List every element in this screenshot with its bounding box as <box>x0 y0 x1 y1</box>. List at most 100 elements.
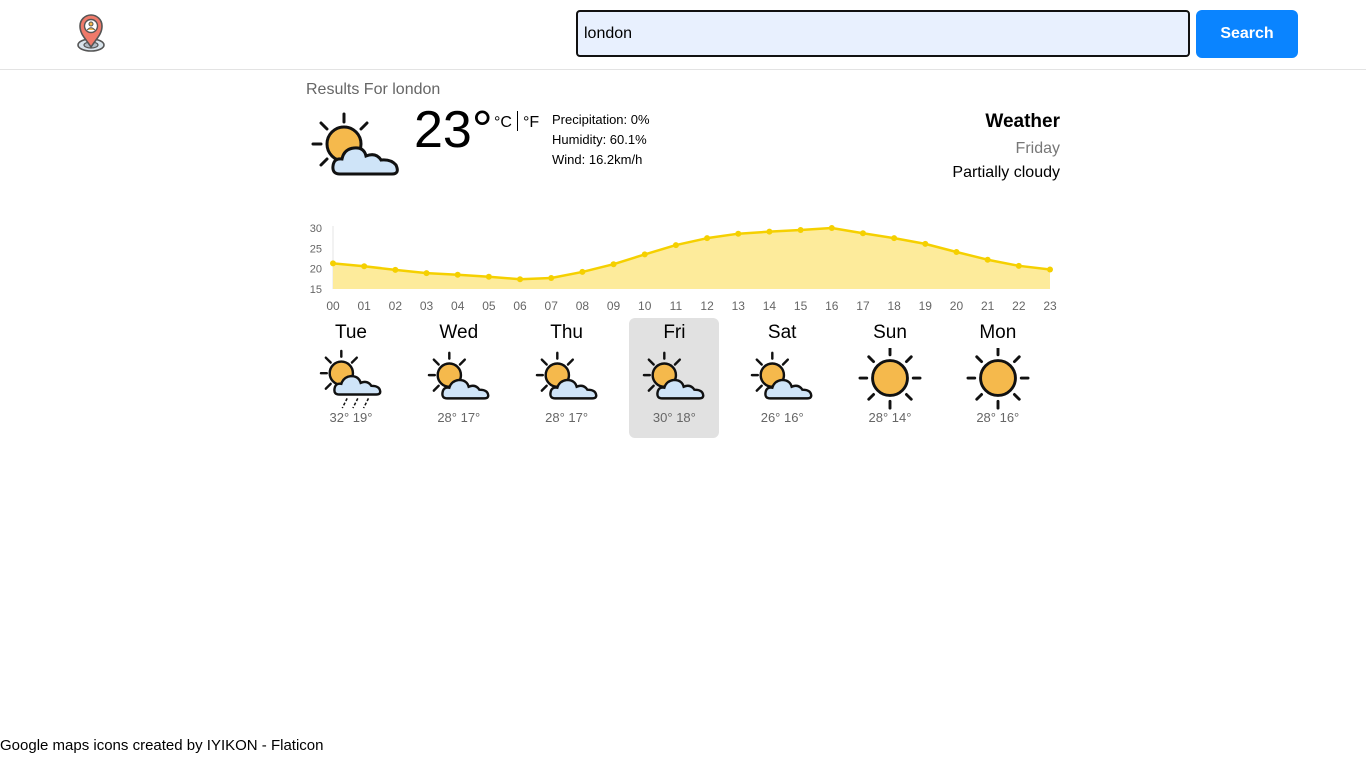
forecast-temp-range: 28° 17° <box>545 410 589 425</box>
weather-day: Friday <box>1015 140 1060 157</box>
forecast-day-fri[interactable]: Fri 30° 18° <box>629 318 720 438</box>
data-point <box>1047 266 1053 273</box>
data-point <box>330 260 336 267</box>
search-input[interactable] <box>576 10 1190 57</box>
forecast-day-name: Wed <box>439 322 479 343</box>
x-tick-label: 20 <box>950 299 964 313</box>
forecast-day-name: Thu <box>550 322 583 343</box>
celsius-toggle[interactable]: °C <box>494 114 512 131</box>
header: Search <box>0 0 1366 70</box>
forecast-temp-range: 28° 16° <box>976 410 1020 425</box>
forecast-day-mon[interactable]: Mon 28° 16° <box>953 318 1043 438</box>
data-point <box>454 271 461 278</box>
search-button[interactable]: Search <box>1196 10 1298 58</box>
x-tick-label: 08 <box>576 299 590 313</box>
sun-cloud-icon <box>311 112 399 176</box>
x-tick-label: 04 <box>451 299 465 313</box>
humidity: Humidity: 60.1% <box>552 132 647 147</box>
weather-details: Precipitation: 0% Humidity: 60.1% Wind: … <box>552 110 650 170</box>
x-tick-label: 17 <box>856 299 870 313</box>
forecast-day-tue[interactable]: Tue 32° 19° <box>306 318 396 438</box>
data-point <box>984 256 991 263</box>
x-tick-label: 11 <box>670 299 683 313</box>
sun-cloud-rain-icon <box>319 349 382 409</box>
x-tick-label: 21 <box>981 299 995 313</box>
forecast-day-name: Fri <box>663 322 686 343</box>
results-heading: Results For london <box>306 81 440 99</box>
x-tick-label: 23 <box>1043 299 1057 313</box>
x-tick-label: 14 <box>763 299 777 313</box>
x-tick-label: 12 <box>700 299 714 313</box>
forecast-day-name: Sun <box>873 322 907 343</box>
temperature-area <box>333 228 1050 289</box>
sun-cloud-icon <box>535 351 598 400</box>
x-tick-label: 19 <box>919 299 933 313</box>
data-point <box>704 235 711 242</box>
data-point <box>953 248 960 255</box>
daily-forecast: Tue 32° 19° Wed 28° 17° Thu 28° 17° Fri 30° 18°… <box>297 318 1077 440</box>
data-point <box>361 263 368 270</box>
x-tick-label: 06 <box>513 299 527 313</box>
x-tick-label: 13 <box>732 299 746 313</box>
x-tick-label: 03 <box>420 299 434 313</box>
data-point <box>641 251 648 258</box>
x-tick-label: 05 <box>482 299 496 313</box>
data-point <box>797 227 804 234</box>
map-pin-icon[interactable] <box>74 13 108 53</box>
y-tick-label: 15 <box>310 284 322 296</box>
forecast-temp-range: 30° 18° <box>652 410 696 425</box>
current-temperature: 23° <box>414 101 493 159</box>
data-point <box>423 270 430 277</box>
data-point <box>485 273 492 280</box>
x-tick-label: 15 <box>794 299 808 313</box>
data-point <box>828 225 835 231</box>
data-point <box>548 275 555 282</box>
sun-icon <box>966 348 1030 410</box>
weather-condition: Partially cloudy <box>952 164 1060 181</box>
weather-summary: Weather Friday Partially cloudy <box>952 110 1060 184</box>
x-tick-label: 18 <box>887 299 901 313</box>
x-tick-label: 02 <box>389 299 403 313</box>
sun-cloud-icon <box>643 351 705 400</box>
results-prefix: Results For <box>306 81 393 98</box>
forecast-day-name: Tue <box>334 322 368 343</box>
x-tick-label: 00 <box>326 299 340 313</box>
data-point <box>922 240 929 247</box>
y-tick-label: 25 <box>310 243 322 255</box>
forecast-day-name: Sat <box>767 322 797 343</box>
sun-cloud-icon <box>750 351 813 400</box>
forecast-day-wed[interactable]: Wed 28° 17° <box>414 318 504 438</box>
data-point <box>672 242 679 249</box>
forecast-day-name: Mon <box>979 322 1017 343</box>
hourly-temperature-chart: 30 25 20 15 00 01 02 03 04 05 06 07 08 09 10 11 12 13 14 15… <box>310 223 1057 313</box>
forecast-temp-range: 28° 14° <box>868 410 912 425</box>
data-point <box>891 235 898 242</box>
y-tick-label: 30 <box>310 223 322 235</box>
unit-separator <box>516 111 518 131</box>
wind: Wind: 16.2km/h <box>552 152 643 167</box>
data-point <box>392 266 399 273</box>
x-tick-label: 16 <box>825 299 839 313</box>
precipitation: Precipitation: 0% <box>552 112 650 127</box>
sun-icon <box>858 348 922 410</box>
footer-credit: Google maps icons created by IYIKON - Fl… <box>0 737 324 754</box>
data-point <box>1015 262 1022 269</box>
data-point <box>579 268 586 275</box>
forecast-day-thu[interactable]: Thu 28° 17° <box>522 318 612 438</box>
fahrenheit-toggle[interactable]: °F <box>523 114 539 131</box>
data-point <box>610 261 617 268</box>
weather-title: Weather <box>985 111 1060 132</box>
data-point <box>766 228 773 235</box>
x-tick-label: 01 <box>357 299 371 313</box>
forecast-day-sun[interactable]: Sun 28° 14° <box>845 318 935 438</box>
forecast-temp-range: 28° 17° <box>437 410 481 425</box>
x-tick-label: 22 <box>1012 299 1026 313</box>
unit-toggle: °C °F <box>494 111 539 132</box>
data-point <box>735 230 742 237</box>
forecast-temp-range: 32° 19° <box>329 410 373 425</box>
forecast-temp-range: 26° 16° <box>760 410 804 425</box>
x-tick-label: 09 <box>607 299 621 313</box>
sun-cloud-icon <box>427 351 490 400</box>
forecast-day-sat[interactable]: Sat 26° 16° <box>737 318 827 438</box>
results-query: london <box>392 81 441 98</box>
